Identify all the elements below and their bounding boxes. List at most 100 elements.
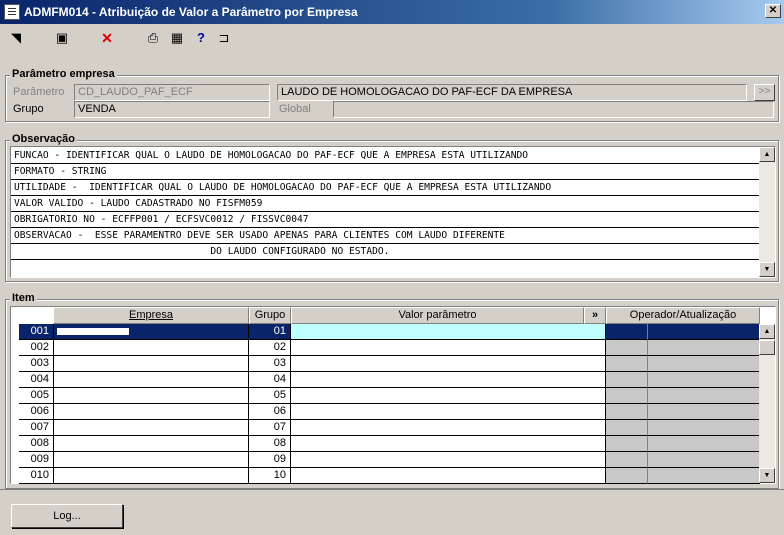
row-grupo: 07 xyxy=(249,420,291,436)
row-empresa[interactable] xyxy=(53,420,249,436)
row-valor-input[interactable] xyxy=(291,404,606,420)
item-group-label: Item xyxy=(10,292,37,304)
scroll-down-button[interactable]: ▼ xyxy=(759,262,775,277)
close-button[interactable]: ✕ xyxy=(765,4,781,18)
row-seq: 005 xyxy=(19,388,53,404)
table-row[interactable]: 005 05 xyxy=(11,388,761,404)
row-operador xyxy=(606,356,648,372)
scroll-down-button[interactable]: ▼ xyxy=(759,468,775,483)
row-empresa[interactable] xyxy=(53,404,249,420)
row-seq: 001 xyxy=(19,324,53,340)
row-seq: 004 xyxy=(19,372,53,388)
observacao-group-label: Observação xyxy=(10,133,77,145)
row-empresa[interactable] xyxy=(53,356,249,372)
row-valor-input[interactable] xyxy=(291,356,606,372)
table-row[interactable]: 006 06 xyxy=(11,404,761,420)
window-title: ADMFM014 - Atribuição de Valor a Parâmet… xyxy=(24,5,358,19)
toolbar: ◥ ▣ ✕ ⎙ ▦ ? ⊐ xyxy=(0,26,784,52)
row-atualizacao xyxy=(648,452,760,468)
parametro-more-button[interactable]: >> xyxy=(754,84,775,101)
row-grupo: 04 xyxy=(249,372,291,388)
item-scrollbar[interactable]: ▲ ▼ xyxy=(759,324,775,483)
header-grupo[interactable]: Grupo xyxy=(249,307,291,324)
row-valor-input[interactable] xyxy=(291,420,606,436)
row-seq: 003 xyxy=(19,356,53,372)
row-operador xyxy=(606,452,648,468)
row-operador xyxy=(606,436,648,452)
observacao-line: DO LAUDO CONFIGURADO NO ESTADO. xyxy=(11,244,759,260)
table-row[interactable]: 003 03 xyxy=(11,356,761,372)
row-operador xyxy=(606,340,648,356)
row-empresa[interactable] xyxy=(53,340,249,356)
row-seq: 007 xyxy=(19,420,53,436)
row-valor-input[interactable] xyxy=(291,340,606,356)
table-row[interactable]: 001 01 xyxy=(11,324,761,340)
row-seq: 010 xyxy=(19,468,53,484)
row-grupo: 01 xyxy=(249,324,291,340)
table-row[interactable]: 004 04 xyxy=(11,372,761,388)
row-grupo: 05 xyxy=(249,388,291,404)
row-empresa[interactable] xyxy=(53,388,249,404)
row-grupo: 09 xyxy=(249,452,291,468)
row-empresa[interactable] xyxy=(53,324,249,340)
observacao-line: UTILIDADE - IDENTIFICAR QUAL O LAUDO DE … xyxy=(11,180,759,196)
scroll-thumb[interactable] xyxy=(759,340,775,355)
global-label: Global xyxy=(279,103,311,115)
parametro-code-field[interactable]: CD_LAUDO_PAF_ECF xyxy=(74,84,270,101)
save-icon[interactable]: ▣ xyxy=(53,29,71,47)
row-atualizacao xyxy=(648,340,760,356)
row-atualizacao xyxy=(648,356,760,372)
row-valor-input[interactable] xyxy=(291,452,606,468)
row-operador xyxy=(606,420,648,436)
selection-bar xyxy=(57,328,129,335)
observacao-textarea[interactable]: FUNCAO - IDENTIFICAR QUAL O LAUDO DE HOM… xyxy=(10,146,776,278)
parametro-group-label: Parâmetro empresa xyxy=(10,68,117,80)
header-more-button[interactable]: » xyxy=(584,307,606,324)
row-valor-input[interactable] xyxy=(291,388,606,404)
row-operador xyxy=(606,468,648,484)
parametro-desc-field[interactable]: LAUDO DE HOMOLOGACAO DO PAF-ECF DA EMPRE… xyxy=(277,84,747,101)
row-seq: 002 xyxy=(19,340,53,356)
row-empresa[interactable] xyxy=(53,436,249,452)
observacao-scrollbar[interactable]: ▲ ▼ xyxy=(759,147,775,277)
scroll-up-button[interactable]: ▲ xyxy=(759,147,775,162)
table-row[interactable]: 008 08 xyxy=(11,436,761,452)
row-valor-input[interactable] xyxy=(291,372,606,388)
row-grupo: 10 xyxy=(249,468,291,484)
table-row[interactable]: 010 10 xyxy=(11,468,761,484)
header-empresa[interactable]: Empresa xyxy=(53,307,249,324)
row-valor-input[interactable] xyxy=(291,436,606,452)
table-row[interactable]: 007 07 xyxy=(11,420,761,436)
grid-icon[interactable]: ▦ xyxy=(168,29,186,47)
door-icon[interactable]: ⊐ xyxy=(215,29,233,47)
grupo-field[interactable]: VENDA xyxy=(74,101,270,118)
table-row[interactable]: 009 09 xyxy=(11,452,761,468)
delete-icon[interactable]: ✕ xyxy=(98,29,116,47)
observacao-line: OBSERVACAO - ESSE PARAMENTRO DEVE SER US… xyxy=(11,228,759,244)
header-operador[interactable]: Operador/Atualização xyxy=(606,307,760,324)
parametro-group: Parâmetro empresa Parâmetro CD_LAUDO_PAF… xyxy=(5,68,779,122)
row-valor-input[interactable] xyxy=(291,468,606,484)
global-field[interactable] xyxy=(333,101,774,118)
header-valor[interactable]: Valor parâmetro xyxy=(291,307,584,324)
row-grupo: 06 xyxy=(249,404,291,420)
row-operador xyxy=(606,404,648,420)
row-atualizacao xyxy=(648,388,760,404)
row-valor-input[interactable] xyxy=(291,324,606,340)
row-atualizacao xyxy=(648,420,760,436)
log-button[interactable]: Log... xyxy=(11,504,123,528)
row-empresa[interactable] xyxy=(53,468,249,484)
help-icon[interactable]: ? xyxy=(192,29,210,47)
row-operador xyxy=(606,388,648,404)
row-empresa[interactable] xyxy=(53,372,249,388)
table-row[interactable]: 002 02 xyxy=(11,340,761,356)
print-icon[interactable]: ⎙ xyxy=(144,29,162,47)
row-empresa[interactable] xyxy=(53,452,249,468)
exit-icon[interactable]: ◥ xyxy=(7,29,25,47)
row-atualizacao xyxy=(648,404,760,420)
observacao-line: OBRIGATORIO NO - ECFFP001 / ECFSVC0012 /… xyxy=(11,212,759,228)
row-atualizacao xyxy=(648,468,760,484)
row-atualizacao xyxy=(648,436,760,452)
item-grid[interactable]: Empresa Grupo Valor parâmetro » Operador… xyxy=(10,306,776,484)
scroll-up-button[interactable]: ▲ xyxy=(759,324,775,339)
